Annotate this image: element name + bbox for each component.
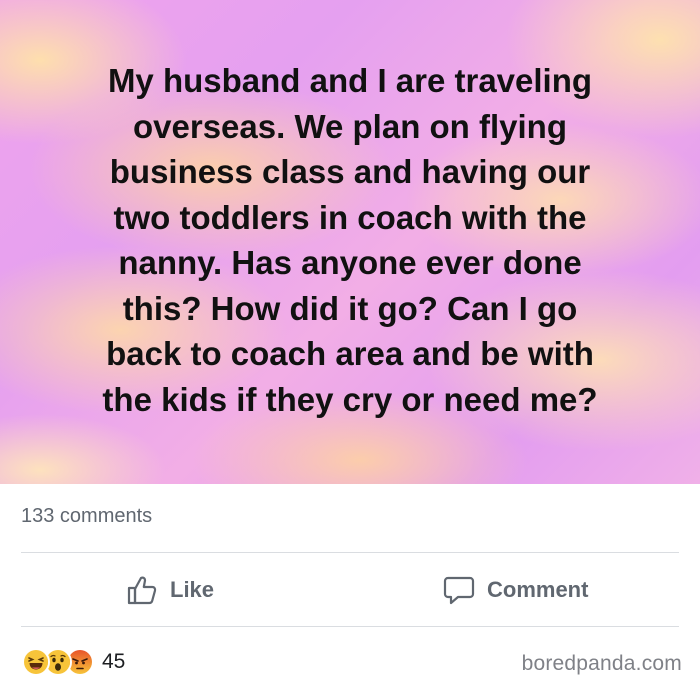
watermark: boredpanda.com <box>521 652 682 675</box>
comment-button[interactable]: Comment <box>443 568 588 612</box>
comment-label: Comment <box>487 577 589 602</box>
post-text-line: the kids if they cry or need me? <box>102 380 598 418</box>
post-text-line: My husband and I are traveling <box>107 62 593 99</box>
post-text-line: two toddlers in coach with the <box>113 198 587 236</box>
laughing-face-icon <box>22 648 50 676</box>
post-text-line: this? How did it go? Can I go <box>122 289 578 327</box>
post-text-line: nanny. Has anyone ever done <box>118 244 582 281</box>
thumbs-up-icon <box>126 574 158 606</box>
post-text-line: back to coach area and be with <box>106 335 594 372</box>
reactions-summary[interactable]: 45 <box>22 648 125 676</box>
comments-count[interactable]: 133 comments <box>21 505 152 528</box>
reaction-count: 45 <box>102 650 126 673</box>
post-background: My husband and I are traveling overseas.… <box>0 0 700 484</box>
divider <box>21 626 679 627</box>
like-label: Like <box>170 577 215 602</box>
like-button[interactable]: Like <box>126 568 214 612</box>
post-text: My husband and I are traveling overseas.… <box>40 58 660 422</box>
post-text-line: overseas. We plan on flying <box>132 107 567 145</box>
comment-icon <box>443 574 475 606</box>
divider <box>21 552 679 553</box>
post-text-line: business class and having our <box>109 153 591 190</box>
